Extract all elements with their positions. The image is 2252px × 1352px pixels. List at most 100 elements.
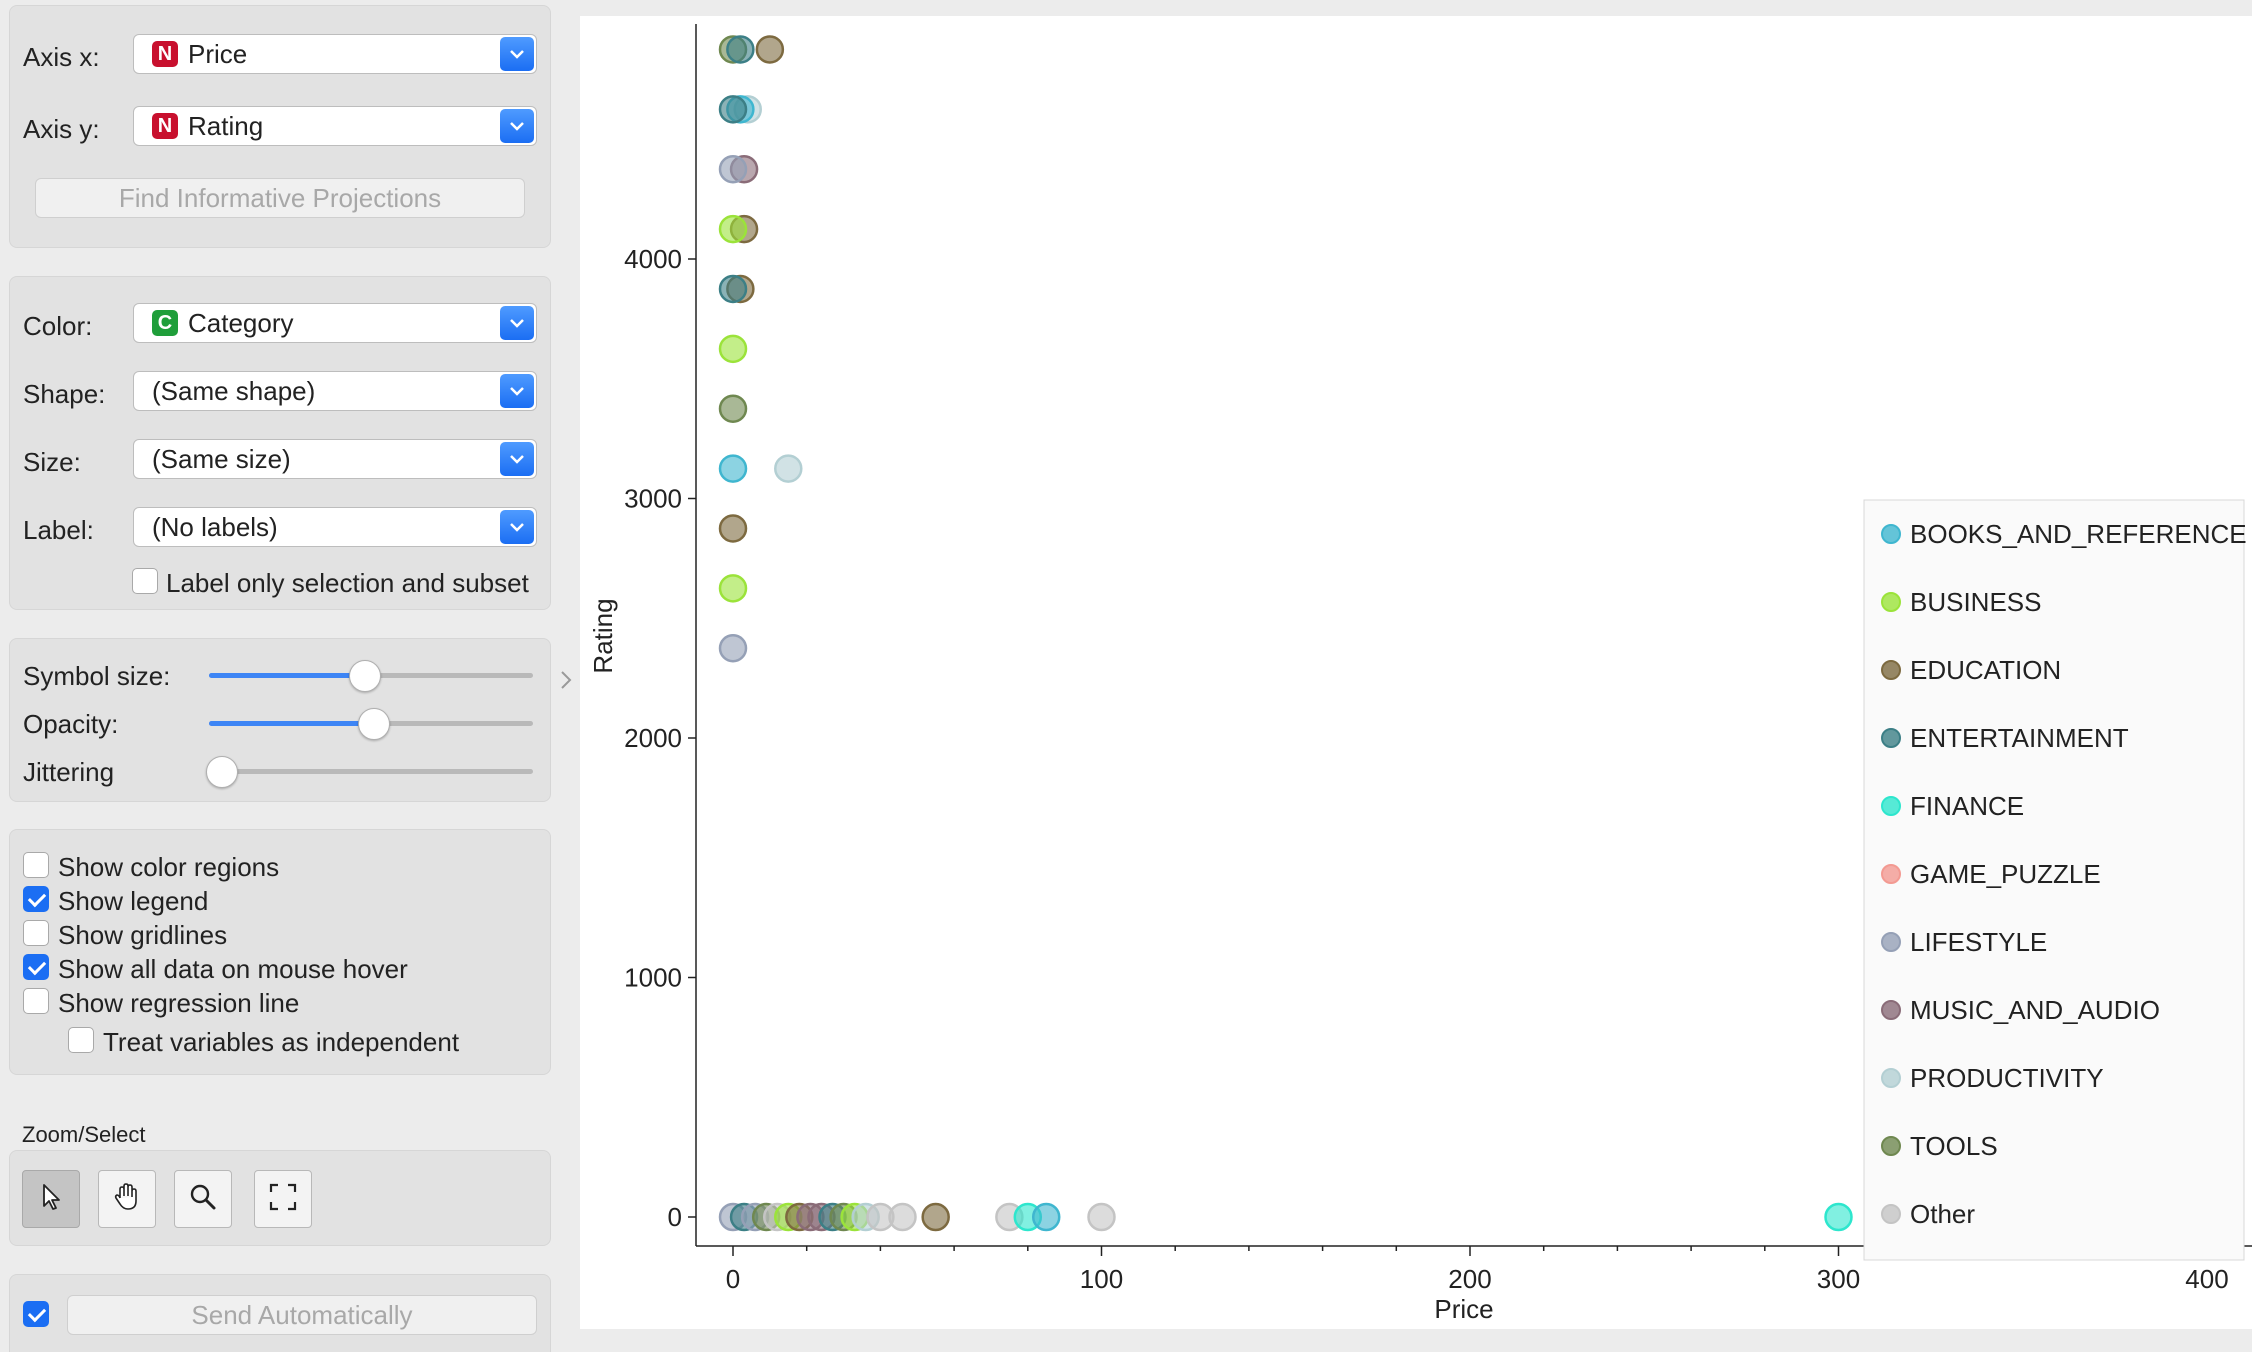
label-select[interactable]: (No labels) [133,507,537,547]
legend-item-label: GAME_PUZZLE [1910,859,2101,889]
legend-swatch [1881,592,1901,612]
data-point[interactable] [718,394,748,423]
pan-hand-icon [111,1181,143,1218]
legend-swatch [1881,1068,1901,1088]
treat-independent-checkbox[interactable] [68,1027,94,1053]
data-point[interactable] [718,454,748,483]
data-point[interactable] [726,35,755,64]
zoom-magnifier-icon [188,1182,218,1217]
show-legend-checkbox[interactable] [23,886,49,912]
legend-swatch [1881,932,1901,952]
data-point[interactable] [718,95,748,124]
opacity-label: Opacity: [23,709,119,739]
data-point[interactable] [1087,1202,1116,1232]
show-gridlines-label: Show gridlines [58,920,228,950]
chevron-down-icon [500,306,534,340]
show-all-data-label: Show all data on mouse hover [58,954,408,984]
shape-select[interactable]: (Same shape) [133,371,537,411]
x-tick-label: 100 [1080,1264,1123,1294]
data-point[interactable] [888,1202,917,1232]
axes-panel: Axis x: N Price Axis y: N Rating Find In… [9,5,551,248]
data-point[interactable] [718,574,748,603]
chevron-right-icon[interactable] [557,668,575,692]
legend-swatch [1881,796,1901,816]
pan-tool-button[interactable] [98,1170,156,1228]
data-point[interactable] [1824,1202,1853,1232]
jittering-label: Jittering [23,757,115,787]
y-axis-label: Rating [588,598,618,673]
show-gridlines-checkbox[interactable] [23,920,49,946]
shape-value: (Same shape) [152,375,316,406]
x-tick-label: 300 [1817,1264,1860,1294]
data-point[interactable] [718,514,748,543]
send-panel: Send Automatically [9,1274,551,1352]
color-select[interactable]: C Category [133,303,537,343]
jittering-track[interactable] [209,769,533,774]
find-informative-projections-button[interactable]: Find Informative Projections [35,178,525,218]
legend-swatch [1881,864,1901,884]
data-point[interactable] [718,334,748,364]
legend-swatch [1881,728,1901,748]
y-tick-label: 4000 [624,244,682,274]
jittering-slider[interactable] [206,756,238,788]
y-tick-label: 1000 [624,963,682,993]
show-legend-label: Show legend [58,886,209,916]
legend: BOOKS_AND_REFERENCE BUSINESS EDUCATION ENTE… [1863,499,2247,1261]
color-label: Color: [23,311,93,341]
legend-swatch [1881,660,1901,680]
data-point[interactable] [718,154,748,184]
legend-item-label: ENTERTAINMENT [1910,723,2129,753]
scatter-plot[interactable]: 0 1000 2000 3000 4000 0 100 200 300 400 Price Rat… [580,16,2252,1329]
color-value: Category [188,307,294,338]
legend-swatch [1881,1136,1901,1156]
data-point[interactable] [1031,1202,1061,1232]
treat-independent-label: Treat variables as independent [103,1027,460,1057]
send-automatically-button[interactable]: Send Automatically [67,1295,537,1335]
y-tick-label: 0 [668,1202,682,1232]
zoom-select-panel [9,1150,551,1246]
data-point[interactable] [718,274,748,304]
legend-swatch [1881,524,1901,544]
scatter-plot-area[interactable]: 0 1000 2000 3000 4000 0 100 200 300 400 Price Rat… [580,16,2252,1329]
chevron-down-icon [500,442,534,476]
legend-item-label: BUSINESS [1910,587,2042,617]
shape-label: Shape: [23,379,106,409]
data-point[interactable] [718,214,748,244]
numeric-variable-icon: N [152,41,178,67]
show-regression-line-checkbox[interactable] [23,988,49,1014]
axis-x-select[interactable]: N Price [133,34,537,74]
data-point[interactable] [921,1202,950,1232]
fit-view-button[interactable] [254,1170,312,1228]
data-point[interactable] [755,35,785,64]
categorical-variable-icon: C [152,310,178,336]
show-color-regions-checkbox[interactable] [23,852,49,878]
axis-x-label: Axis x: [23,42,100,72]
data-point[interactable] [718,633,748,663]
axis-x-value: Price [188,38,248,69]
legend-item-label: BOOKS_AND_REFERENCE [1910,519,2247,549]
legend-item-label: LIFESTYLE [1910,927,2047,957]
chevron-down-icon [500,510,534,544]
show-all-data-checkbox[interactable] [23,954,49,980]
pointer-tool-button[interactable] [22,1170,80,1228]
legend-item-label: EDUCATION [1910,655,2061,685]
label-label: Label: [23,515,94,545]
symbol-size-slider[interactable] [349,660,381,692]
fit-view-icon [268,1182,298,1217]
zoom-tool-button[interactable] [174,1170,232,1228]
opacity-fill [209,721,373,726]
send-automatically-checkbox[interactable] [23,1301,49,1327]
data-point[interactable] [774,454,803,483]
axis-y-value: Rating [188,110,264,141]
x-axis-label: Price [1434,1294,1493,1324]
axis-y-select[interactable]: N Rating [133,106,537,146]
options-panel: Show color regions Show legend Show grid… [9,829,551,1075]
pointer-icon [38,1182,64,1217]
show-regression-line-label: Show regression line [58,988,300,1018]
chevron-down-icon [500,374,534,408]
x-tick-label: 200 [1448,1264,1491,1294]
label-only-checkbox[interactable] [132,568,158,594]
legend-item-label: Other [1910,1199,1975,1229]
size-select[interactable]: (Same size) [133,439,537,479]
opacity-slider[interactable] [358,708,390,740]
